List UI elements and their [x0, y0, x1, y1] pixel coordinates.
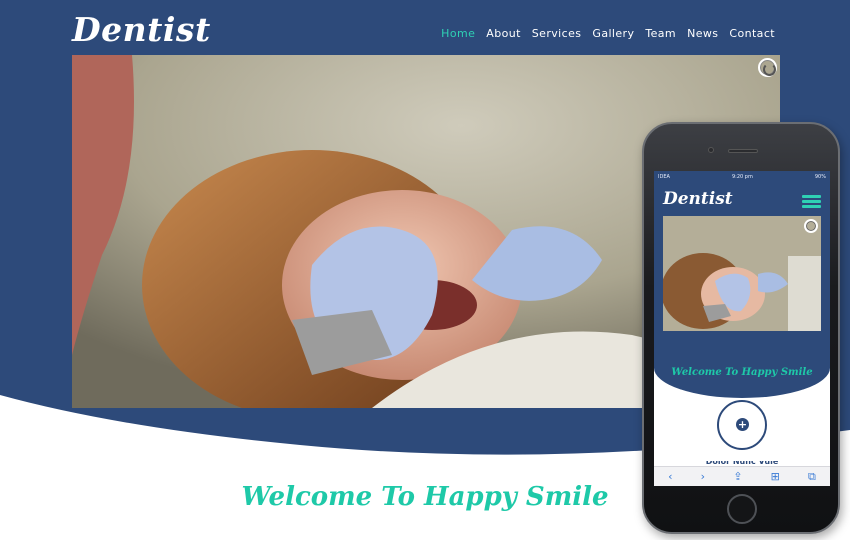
nav-contact[interactable]: Contact — [729, 27, 775, 40]
tabs-icon[interactable]: ⧉ — [808, 470, 816, 484]
nav-gallery[interactable]: Gallery — [592, 27, 634, 40]
nav-home[interactable]: Home — [441, 27, 475, 40]
nav-team[interactable]: Team — [645, 27, 676, 40]
main-nav: Home About Services Gallery Team News Co… — [441, 27, 775, 40]
mobile-hero-image — [663, 216, 821, 331]
slider-loader-icon[interactable] — [758, 58, 777, 77]
mobile-logo[interactable]: Dentist — [663, 189, 733, 209]
mobile-welcome-heading: Welcome To Happy Smile — [671, 367, 813, 378]
share-icon[interactable]: ⇪ — [733, 470, 742, 483]
hamburger-menu-icon[interactable] — [802, 195, 821, 209]
back-icon[interactable]: ‹ — [668, 470, 672, 483]
status-battery: 90% — [814, 174, 826, 180]
forward-icon[interactable]: › — [701, 470, 705, 483]
status-carrier: IDEA — [658, 174, 670, 180]
mobile-slider-loader-icon[interactable] — [804, 219, 818, 233]
phone-screen: IDEA 9:20 pm 90% Dentist Welcome To Happ… — [654, 171, 830, 486]
status-time: 9:20 pm — [731, 174, 753, 180]
bookmarks-icon[interactable]: ⊞ — [771, 470, 780, 483]
phone-camera-icon — [708, 147, 714, 153]
nav-services[interactable]: Services — [532, 27, 582, 40]
phone-home-button[interactable] — [727, 494, 757, 524]
site-logo[interactable]: Dentist — [72, 10, 211, 49]
nav-about[interactable]: About — [486, 27, 521, 40]
nav-news[interactable]: News — [687, 27, 718, 40]
plus-circle-icon[interactable] — [717, 400, 767, 450]
mobile-browser-toolbar: ‹ › ⇪ ⊞ ⧉ — [654, 466, 830, 486]
phone-mockup: IDEA 9:20 pm 90% Dentist Welcome To Happ… — [642, 122, 840, 534]
mobile-status-bar: IDEA 9:20 pm 90% — [654, 171, 830, 183]
phone-speaker — [728, 149, 758, 153]
